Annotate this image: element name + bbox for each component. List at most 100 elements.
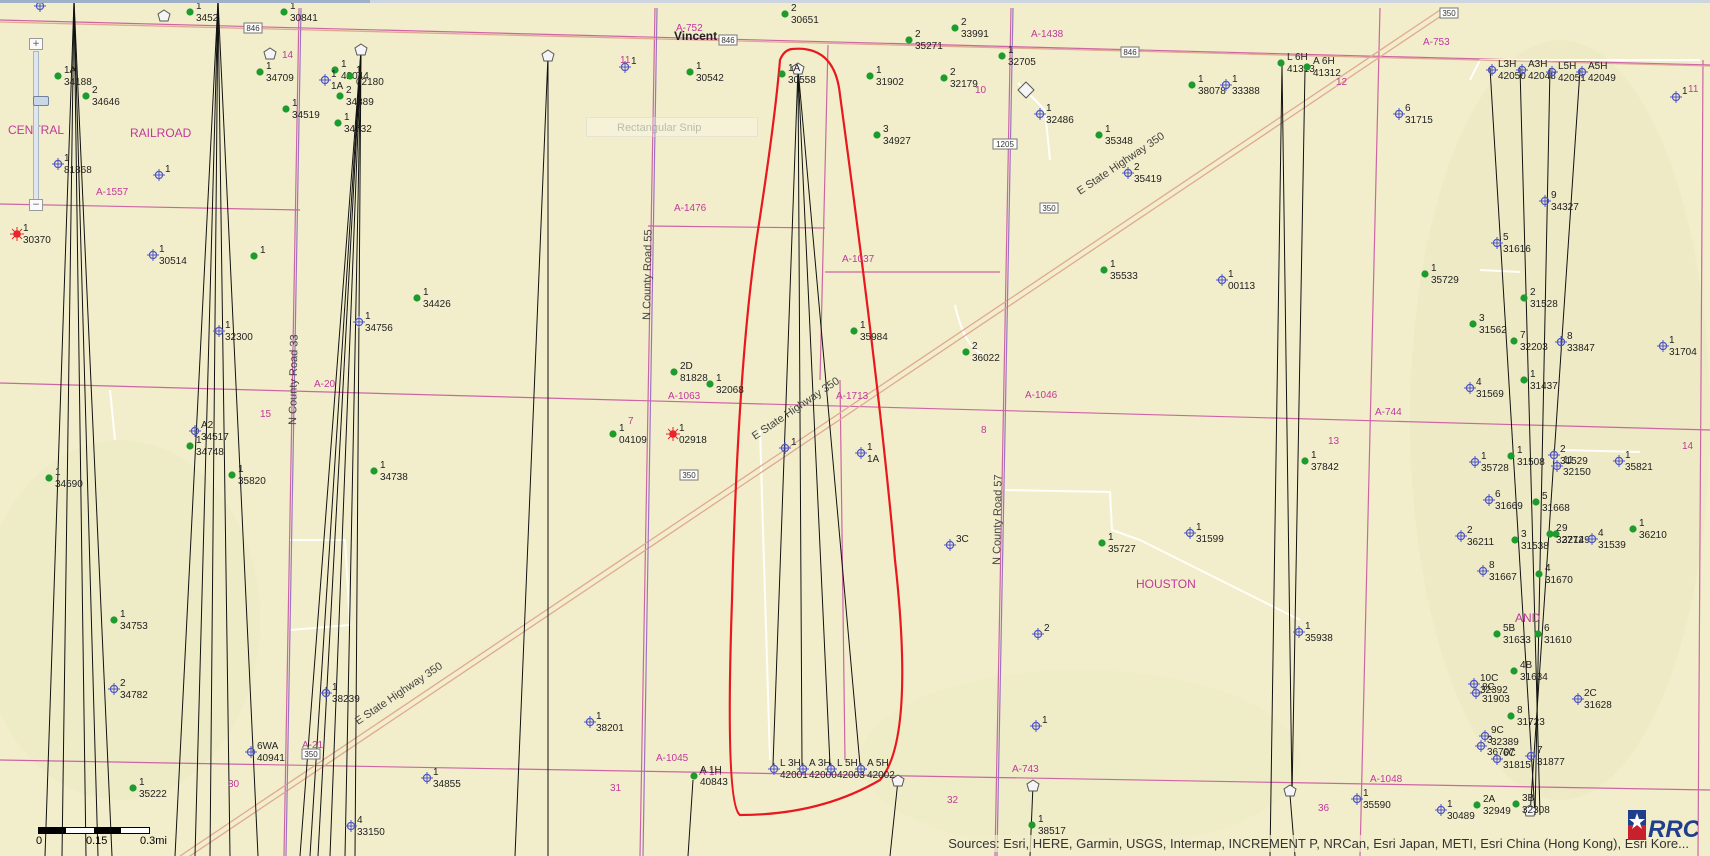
well-label-number: 1 [332, 682, 338, 693]
well-label-number: 3 [1521, 529, 1527, 540]
well-label-number: A5H [1588, 61, 1607, 72]
well-label-number: 1 [1311, 450, 1317, 461]
well-label-number: 4 [1476, 377, 1482, 388]
well-label-api: 32179 [950, 79, 978, 90]
well-label-api: 35533 [1110, 271, 1138, 282]
map-canvas[interactable]: 846 846 846 350 350 350 1205 350 E State… [0, 0, 1710, 856]
well-label-api: 31569 [1476, 389, 1504, 400]
well-label-number: 1 [619, 423, 625, 434]
shield-1205: 1205 [992, 138, 1018, 150]
well-label-api: 35590 [1363, 800, 1391, 811]
well-label-number: 1A [788, 63, 801, 74]
zoom-out-button[interactable]: − [29, 199, 43, 211]
well-label-api: 33388 [1232, 86, 1260, 97]
well-label-number: 6 [1405, 103, 1411, 114]
well-label-api: 04109 [619, 435, 647, 446]
well-label-number: 3C [956, 534, 969, 545]
zoom-slider-thumb[interactable] [33, 96, 49, 106]
well-label-number: 2 [1560, 444, 1566, 455]
well-label-api: 32300 [225, 332, 253, 343]
well-label-number: 1 [1481, 451, 1487, 462]
well-label-number: 2 [915, 29, 921, 40]
well-label-number: 3 [1487, 735, 1493, 746]
well-label-number: 8C [1482, 682, 1495, 693]
well-label-api: 35938 [1305, 633, 1333, 644]
shield-350-c: 350 [679, 469, 699, 481]
svg-text:350: 350 [682, 471, 696, 480]
well-label-number: 1 [876, 65, 882, 76]
well-label-number: 2 [950, 67, 956, 78]
well-label-number: 1 [292, 98, 298, 109]
svg-text:350: 350 [1042, 204, 1056, 213]
well-label-api: 31508 [1517, 457, 1545, 468]
well-label-number: 1 [344, 112, 350, 123]
svg-text:14: 14 [1682, 441, 1694, 452]
well-label-api: 37842 [1311, 462, 1339, 473]
well-label-api: 32203 [1520, 342, 1548, 353]
well-label-number: L5H [1558, 61, 1576, 72]
zoom-slider-track[interactable] [33, 51, 49, 200]
well-label-number: 1 [55, 467, 61, 478]
well-label-number: 1 [1042, 715, 1048, 726]
well-label-api: 36211 [1467, 537, 1495, 548]
well-label-api: 32150 [1563, 467, 1591, 478]
zoom-in-button[interactable]: + [29, 38, 43, 50]
well-label-api: 35984 [860, 332, 888, 343]
well-label-api: 33150 [357, 827, 385, 838]
well-label-number: 6 [1495, 489, 1501, 500]
shield-846-a: 846 [243, 22, 263, 34]
well-label-number: 1 [1530, 369, 1536, 380]
well-label-number: 2 [1556, 523, 1562, 534]
well-label-number: 1 [631, 56, 637, 67]
road-label: N County Road 57 [991, 474, 1005, 565]
well-label-api: 81868 [64, 165, 92, 176]
well-label-api: 32068 [716, 385, 744, 396]
well-label-api: 35821 [1625, 462, 1653, 473]
well-label-number: L 5H [837, 758, 858, 769]
well-label-api: 31538 [1521, 541, 1549, 552]
well-label-number: 6WA [257, 741, 279, 752]
well-label-number: 5B [1503, 623, 1516, 634]
well-label-api: 30514 [159, 256, 187, 267]
well-label-api: 31633 [1503, 635, 1531, 646]
well-label-api: 36210 [1639, 530, 1667, 541]
svg-text:A-752: A-752 [676, 23, 703, 34]
well-label-number: 11 [1563, 455, 1574, 466]
well-label-number: 1 [1038, 814, 1044, 825]
well-label-api: 33847 [1567, 343, 1595, 354]
well-label-number: 2 [92, 85, 98, 96]
place-label-railroad: RAILROAD [130, 126, 192, 140]
well-label-number: 4 [1545, 563, 1551, 574]
well-label-api: 34927 [883, 136, 911, 147]
well-label-api: 34327 [1551, 202, 1579, 213]
well-label-api: 81828 [680, 373, 708, 384]
well-label-api: 35729 [1431, 275, 1459, 286]
well-label-api: 34709 [266, 73, 294, 84]
well-label-number: 5 [1503, 232, 1509, 243]
well-label-api: 31670 [1545, 575, 1573, 586]
well-label-number: 1 [1682, 86, 1688, 97]
svg-text:A-744: A-744 [1375, 407, 1402, 418]
well-label-api: 34756 [365, 323, 393, 334]
logo-text: RRC [1648, 816, 1698, 843]
top-window-strip-highlight [0, 0, 370, 3]
zoom-control[interactable]: + − [29, 38, 49, 211]
well-label-number: 1 [696, 61, 702, 72]
well-label-api: 31437 [1530, 381, 1558, 392]
well-label-api: 35222 [139, 789, 167, 800]
well-label-number: 1 [1517, 445, 1523, 456]
well-label-api: 38239 [332, 694, 360, 705]
well-label-number: 1 [159, 244, 165, 255]
well-label-number: 7 [1520, 330, 1526, 341]
place-label-houston: HOUSTON [1136, 577, 1196, 591]
well-label-number: 1 [860, 320, 866, 331]
well-label-api: 35419 [1134, 174, 1162, 185]
well-label-api: 34732 [344, 124, 372, 135]
well-label-number: 1 [1228, 269, 1234, 280]
well-label-api: 31669 [1495, 501, 1523, 512]
well-label-api: 38201 [596, 723, 624, 734]
well-label-api: 31715 [1405, 115, 1433, 126]
scale-label-mid: 0.15 [86, 835, 108, 847]
well-label-number: 1 [1447, 799, 1453, 810]
well-label-api: 32949 [1483, 806, 1511, 817]
